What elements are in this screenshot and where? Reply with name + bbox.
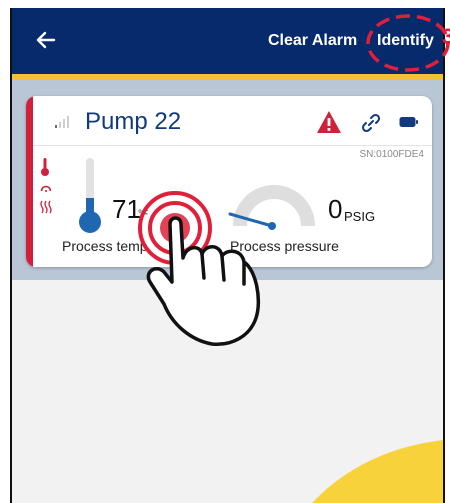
callout-number: 3 [442,24,450,49]
temperature-unit: °F [138,209,149,220]
temperature-value: 71 [112,194,141,224]
pressure-gauge [228,185,315,230]
device-name: Pump 22 [85,108,182,135]
pressure-value: 0 [328,194,343,224]
app-bar: Clear Alarm Identify [12,8,443,74]
temperature-label: Process temp. [62,238,152,254]
signal-strength-icon [55,116,69,128]
card-divider [33,145,432,146]
pressure-label: Process pressure [230,238,339,254]
thermometer-icon [41,158,49,176]
battery-icon [399,117,418,127]
identify-button[interactable]: Identify [377,32,434,50]
gauge-icon [40,185,52,192]
phone-screen: Clear Alarm Identify Pump 22 SN:0100FDE4… [10,8,445,503]
arrow-left-icon[interactable] [34,28,58,52]
device-card[interactable]: Pump 22 SN:0100FDE4 71 °F Process temp. … [26,96,432,267]
link-icon[interactable] [360,112,382,134]
alarm-triangle-icon[interactable] [316,110,342,134]
thermometer-gauge [79,158,101,233]
pressure-unit: PSIG [344,209,376,224]
clear-alarm-button[interactable]: Clear Alarm [268,32,357,50]
alarm-indicator-bar [26,96,33,267]
background-decoration [312,440,443,503]
serial-number: SN:0100FDE4 [359,149,424,160]
heat-icon [40,200,52,214]
